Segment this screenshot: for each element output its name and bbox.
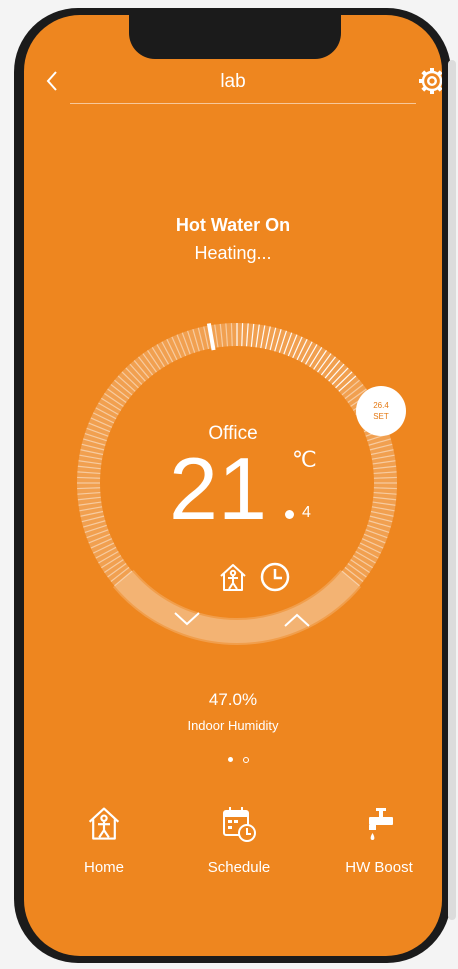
- home-mode-button[interactable]: [219, 561, 247, 593]
- page-dot-active[interactable]: [228, 757, 233, 762]
- dial-tick: [373, 476, 397, 479]
- home-person-icon: [88, 807, 120, 840]
- setpoint-value: 26.4: [373, 401, 389, 410]
- nav-hw-boost-label: HW Boost: [345, 859, 413, 876]
- dial-tick: [77, 476, 101, 479]
- nav-schedule[interactable]: Schedule: [179, 805, 299, 876]
- header: lab: [24, 67, 442, 101]
- phone-side-edge: [448, 60, 456, 920]
- faucet-icon: [369, 808, 393, 840]
- dial-tick: [77, 487, 101, 490]
- humidity-value: 47.0%: [208, 690, 258, 709]
- increase-temperature-button[interactable]: [280, 605, 314, 633]
- header-divider: [70, 103, 416, 104]
- nav-home[interactable]: Home: [44, 805, 164, 876]
- app-screen: lab Hot Water On Heating... Office 21 ℃ …: [24, 15, 442, 956]
- dial-tick: [241, 323, 244, 347]
- temperature-unit: ℃: [292, 447, 317, 472]
- chevron-down-icon: [174, 612, 200, 626]
- mode-icons: [219, 561, 291, 593]
- page-title: lab: [220, 71, 246, 92]
- settings-button[interactable]: [412, 61, 442, 101]
- current-temperature: 21: [169, 439, 267, 538]
- phone-notch: [129, 15, 341, 59]
- dial-tick: [373, 487, 397, 490]
- dial-tick: [230, 323, 233, 347]
- decimal-point: [285, 510, 294, 519]
- nav-hw-boost[interactable]: HW Boost: [319, 805, 439, 876]
- page-indicator: [228, 757, 249, 763]
- setpoint-label: SET: [373, 412, 389, 421]
- temperature-decimal: 4: [302, 504, 311, 521]
- nav-home-label: Home: [83, 859, 124, 876]
- humidity-label: Indoor Humidity: [187, 718, 279, 733]
- nav-schedule-label: Schedule: [207, 859, 271, 876]
- home-person-icon: [220, 564, 246, 591]
- status-subtitle: Heating...: [194, 243, 272, 263]
- chevron-up-icon: [284, 613, 310, 627]
- page-dot-inactive[interactable]: [243, 757, 249, 763]
- calendar-clock-icon: [223, 807, 256, 842]
- clock-icon: [260, 562, 290, 592]
- schedule-mode-button[interactable]: [259, 561, 291, 593]
- bottom-nav: Home Schedule HW Boost: [24, 805, 442, 925]
- gear-icon: [419, 68, 442, 94]
- decrease-temperature-button[interactable]: [170, 605, 204, 633]
- status-title: Hot Water On: [175, 215, 291, 235]
- setpoint-badge[interactable]: 26.4 SET: [356, 386, 406, 436]
